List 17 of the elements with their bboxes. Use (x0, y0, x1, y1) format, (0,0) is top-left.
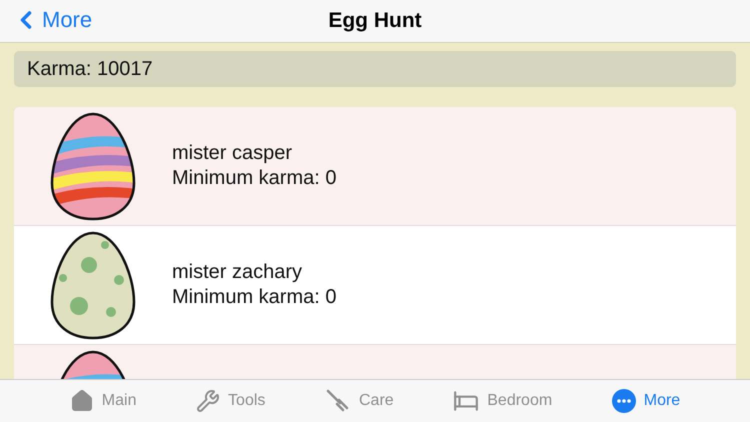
egg-name: mister zachary (172, 260, 304, 285)
tab-bar-item[interactable]: Tools (190, 388, 272, 414)
tab-bar-item[interactable]: Main (64, 388, 142, 414)
egg-list-row[interactable]: mister casper Minimum karma: 0 (14, 107, 736, 226)
back-button[interactable]: More (12, 6, 92, 34)
tools-icon (196, 389, 220, 413)
more-icon (612, 389, 636, 413)
pitchfork-icon (324, 388, 351, 414)
karma-banner: Karma: 10017 (14, 51, 736, 87)
minimum-karma-text: Minimum karma: 0 (172, 285, 336, 310)
egg-name: mister casper (172, 141, 294, 166)
page-title: Egg Hunt (328, 9, 422, 33)
tab-bar-item[interactable]: Care (318, 387, 400, 415)
minimum-karma-text: Minimum karma: 0 (172, 166, 336, 191)
house-icon (70, 389, 94, 413)
tab-bar-item[interactable]: More (606, 388, 686, 414)
tab-bar-item[interactable]: Bedroom (447, 387, 558, 415)
